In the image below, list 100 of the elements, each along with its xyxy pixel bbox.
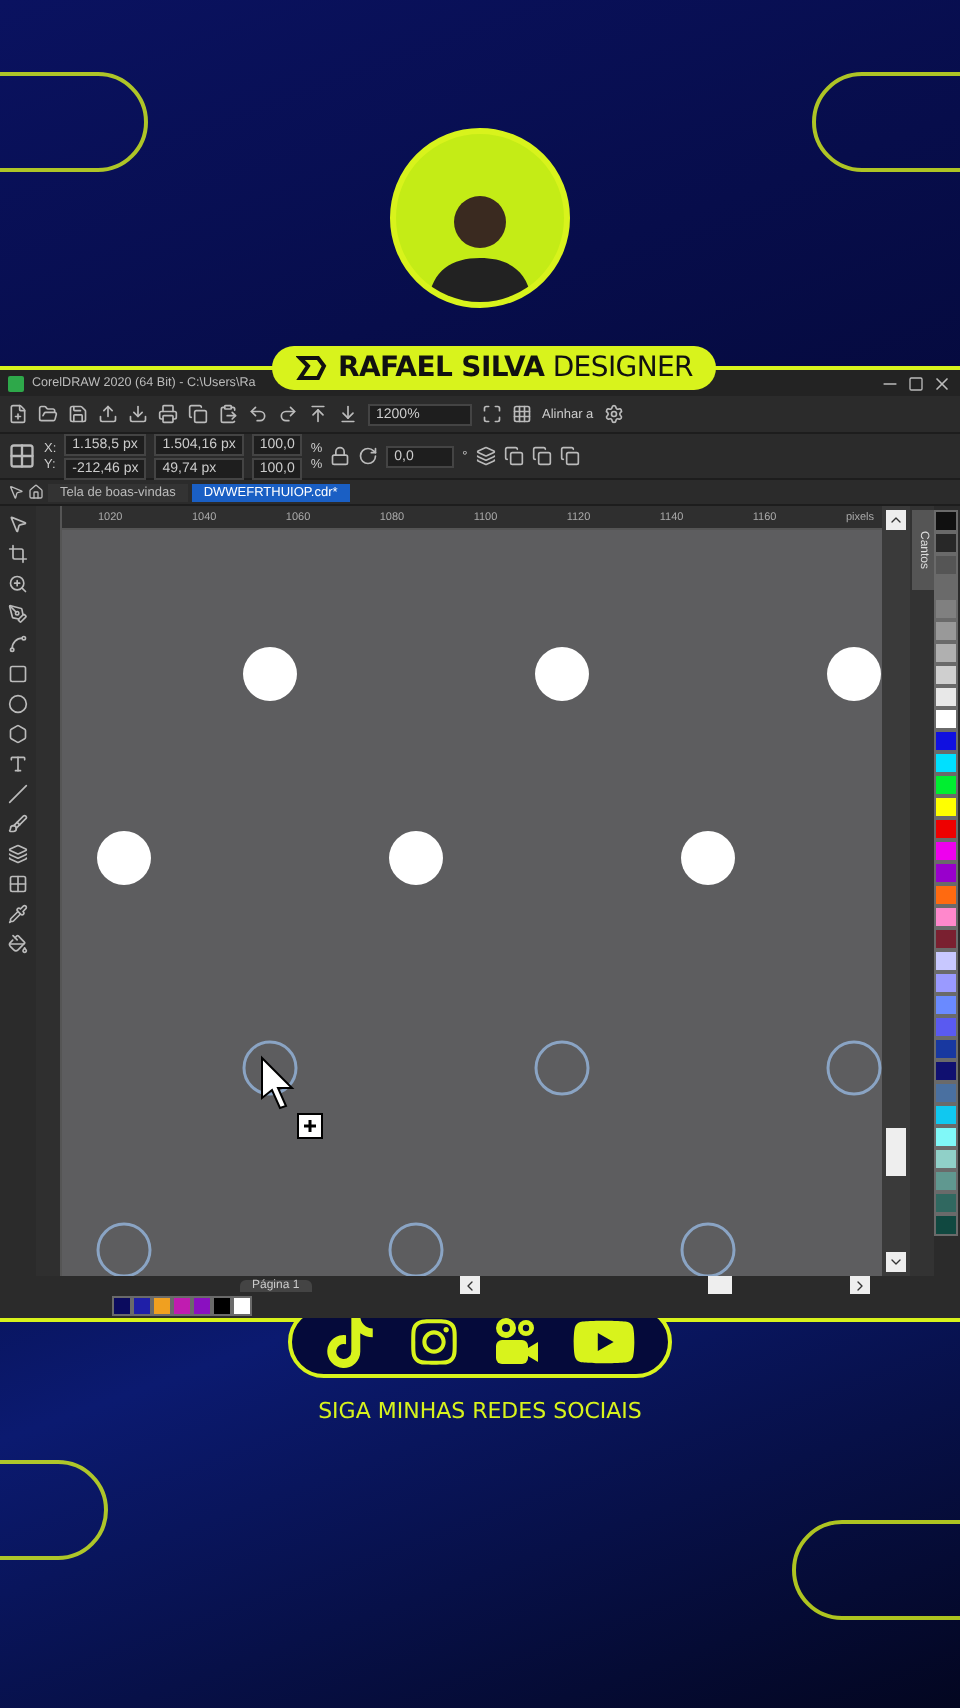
filled-circle (826, 646, 882, 702)
color-swatch[interactable] (112, 1296, 132, 1316)
zoom-tool-icon[interactable] (8, 574, 28, 594)
lock-icon[interactable] (330, 446, 351, 466)
color-swatch[interactable] (934, 796, 958, 818)
scroll-thumb[interactable] (886, 1127, 906, 1175)
color-swatch[interactable] (934, 642, 958, 664)
scroll-thumb[interactable] (707, 1275, 732, 1295)
color-swatch[interactable] (934, 532, 958, 554)
pen-tool-icon[interactable] (8, 604, 28, 624)
fill-tool-icon[interactable] (8, 934, 28, 954)
outline-circle (826, 1040, 882, 1096)
save-icon[interactable] (68, 404, 88, 424)
color-swatch[interactable] (232, 1296, 252, 1316)
color-swatch[interactable] (934, 1104, 958, 1126)
paste-icon[interactable] (218, 404, 238, 424)
color-swatch[interactable] (934, 884, 958, 906)
download-icon[interactable] (128, 404, 148, 424)
scroll-up-button[interactable] (886, 510, 906, 530)
color-swatch[interactable] (934, 708, 958, 730)
color-swatch[interactable] (934, 1016, 958, 1038)
color-swatch[interactable] (934, 510, 958, 532)
color-swatch[interactable] (934, 774, 958, 796)
color-swatch[interactable] (934, 1192, 958, 1214)
shadow-tool-icon[interactable] (8, 844, 28, 864)
color-swatch[interactable] (934, 1170, 958, 1192)
outline-circle (534, 1040, 590, 1096)
color-swatch[interactable] (934, 598, 958, 620)
chevron-up-icon (888, 512, 904, 528)
film-camera-icon[interactable] (492, 1316, 540, 1368)
scroll-left-button[interactable] (459, 1275, 480, 1295)
grid-icon[interactable] (512, 404, 532, 424)
settings-icon[interactable] (603, 404, 624, 424)
color-swatch[interactable] (934, 994, 958, 1016)
color-swatch[interactable] (934, 686, 958, 708)
pointer-tool-icon[interactable] (8, 514, 28, 534)
crop-tool-icon[interactable] (8, 544, 28, 564)
color-swatch[interactable] (934, 818, 958, 840)
eyedropper-tool-icon[interactable] (8, 904, 28, 924)
color-swatch[interactable] (934, 1148, 958, 1170)
color-swatch[interactable] (934, 620, 958, 642)
redo-icon[interactable] (278, 404, 298, 424)
curve-tool-icon[interactable] (8, 634, 28, 654)
export-icon[interactable] (338, 404, 358, 424)
color-swatch[interactable] (934, 730, 958, 752)
transparency-tool-icon[interactable] (8, 874, 28, 894)
color-swatch[interactable] (934, 972, 958, 994)
color-swatch[interactable] (934, 950, 958, 972)
rectangle-tool-icon[interactable] (8, 664, 28, 684)
color-swatch[interactable] (934, 928, 958, 950)
import-icon[interactable] (308, 404, 328, 424)
text-tool-icon[interactable] (8, 754, 28, 774)
rotate-icon[interactable] (358, 446, 379, 466)
maximize-button[interactable] (908, 375, 924, 391)
color-swatch[interactable] (172, 1296, 192, 1316)
instagram-icon[interactable] (408, 1316, 460, 1368)
combine-icon[interactable] (503, 446, 524, 466)
color-swatch[interactable] (934, 840, 958, 862)
open-folder-icon[interactable] (38, 404, 58, 424)
fit-icon[interactable] (482, 404, 502, 424)
color-swatch[interactable] (192, 1296, 212, 1316)
filled-circle (680, 830, 736, 886)
home-icon[interactable] (28, 484, 44, 500)
color-swatch[interactable] (934, 1126, 958, 1148)
color-swatch[interactable] (934, 576, 958, 598)
color-swatch[interactable] (934, 752, 958, 774)
line-tool-icon[interactable] (8, 784, 28, 804)
filled-circle (388, 830, 444, 886)
polygon-tool-icon[interactable] (8, 724, 28, 744)
brand-logo-icon (296, 354, 328, 382)
color-swatch[interactable] (934, 1038, 958, 1060)
filled-circle (242, 646, 298, 702)
app-logo-icon (8, 375, 24, 391)
weld-icon[interactable] (531, 446, 552, 466)
close-button[interactable] (932, 373, 952, 393)
scroll-right-button[interactable] (849, 1275, 870, 1295)
chevron-down-icon (888, 1254, 904, 1270)
pointer-icon[interactable] (8, 484, 24, 500)
color-swatch[interactable] (132, 1296, 152, 1316)
layers-icon[interactable] (475, 446, 496, 466)
color-swatch[interactable] (934, 1060, 958, 1082)
ellipse-tool-icon[interactable] (8, 694, 28, 714)
undo-icon[interactable] (248, 404, 268, 424)
print-icon[interactable] (158, 404, 178, 424)
color-swatch[interactable] (934, 862, 958, 884)
color-swatch[interactable] (152, 1296, 172, 1316)
color-swatch[interactable] (934, 906, 958, 928)
color-swatch[interactable] (934, 1082, 958, 1104)
trim-icon[interactable] (559, 446, 580, 466)
tiktok-icon[interactable] (324, 1316, 376, 1368)
reference-point-icon[interactable] (8, 442, 36, 470)
scroll-down-button[interactable] (886, 1252, 906, 1272)
brush-tool-icon[interactable] (8, 814, 28, 834)
color-swatch[interactable] (934, 664, 958, 686)
color-swatch[interactable] (212, 1296, 232, 1316)
new-file-icon[interactable] (8, 404, 28, 424)
color-swatch[interactable] (934, 1214, 958, 1236)
copy-icon[interactable] (188, 404, 208, 424)
upload-icon[interactable] (98, 404, 118, 424)
color-swatch[interactable] (934, 554, 958, 576)
